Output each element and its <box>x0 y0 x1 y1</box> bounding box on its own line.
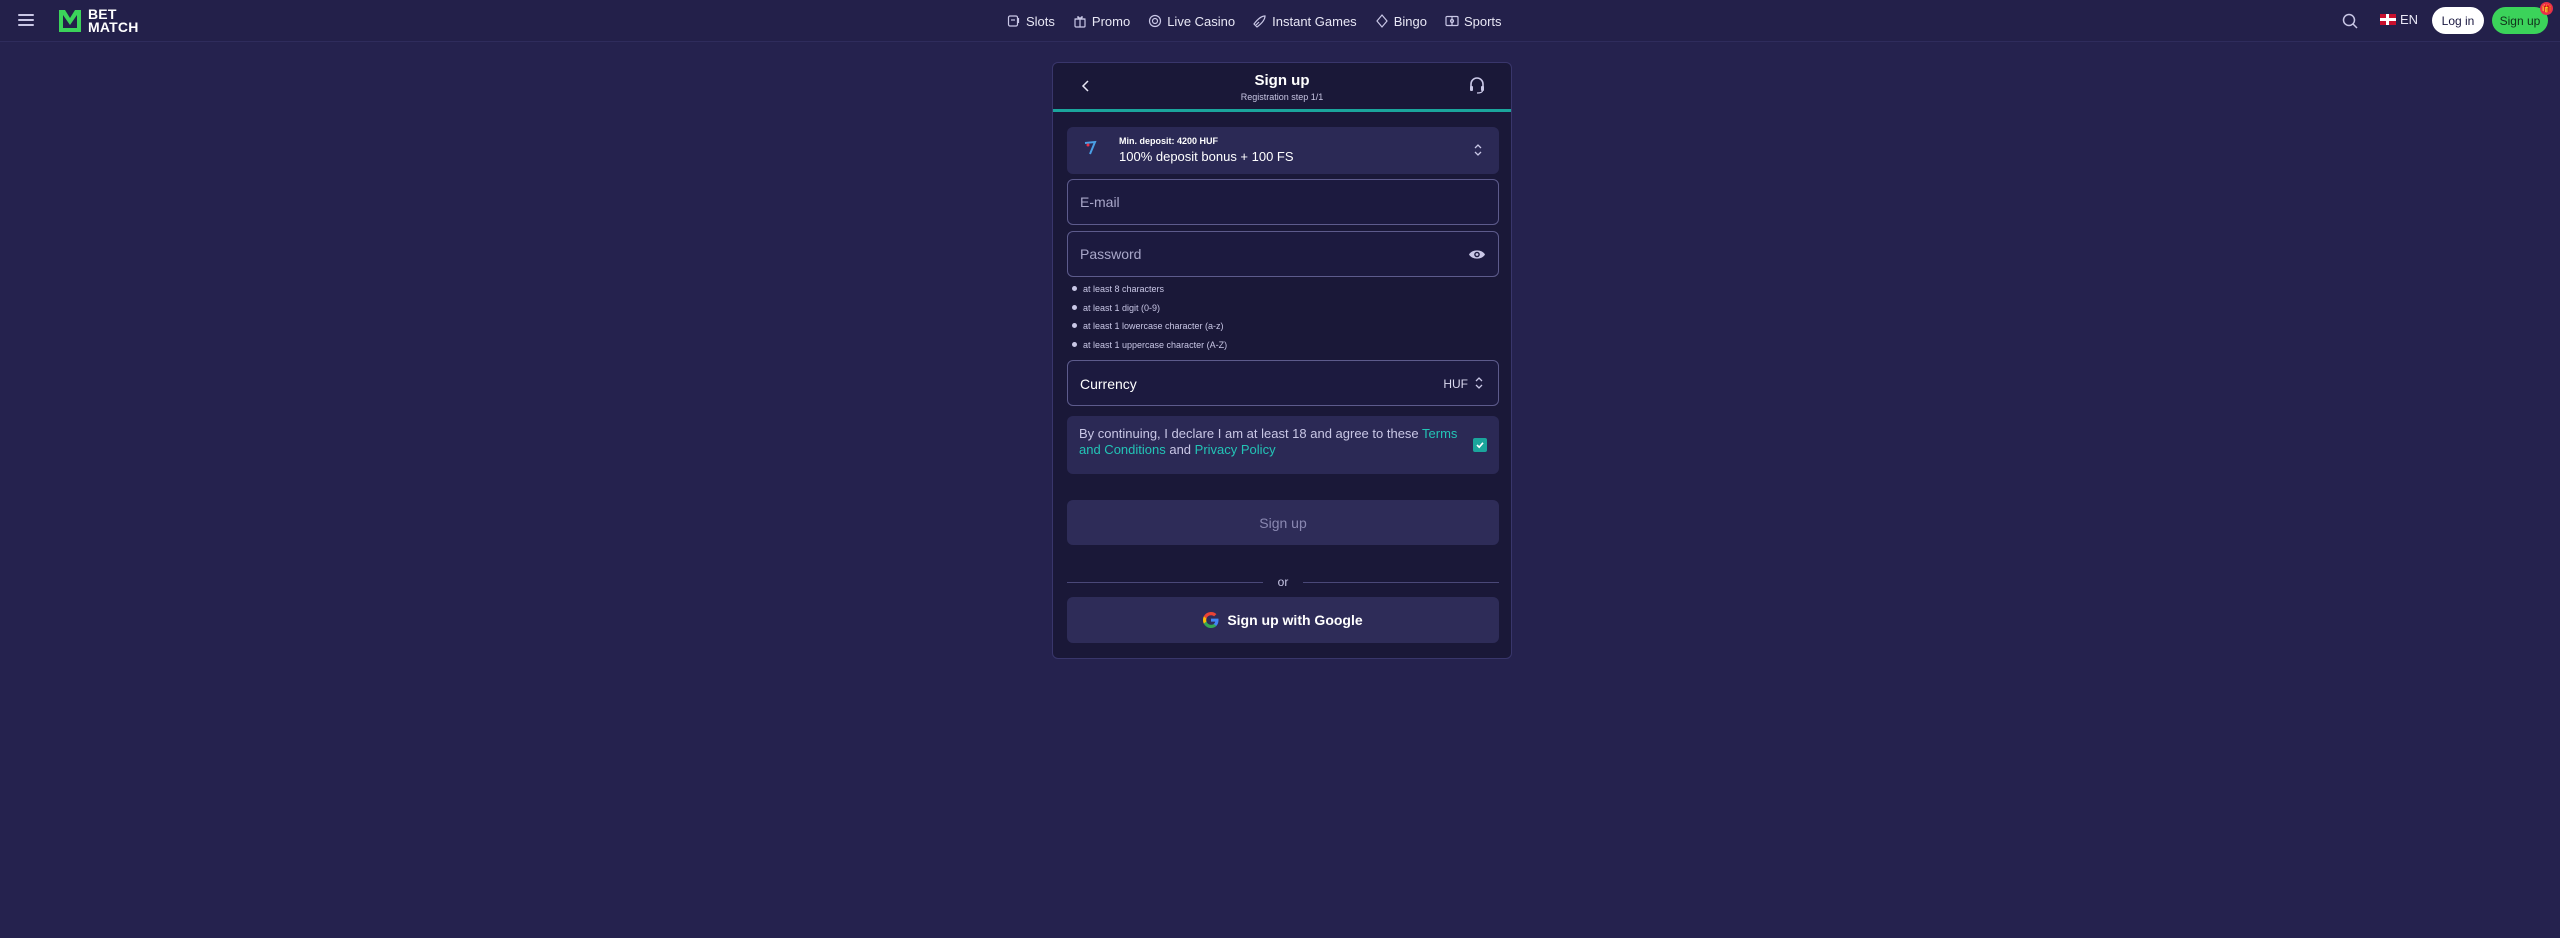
logo-mark-icon <box>59 10 81 32</box>
support-headset-icon[interactable] <box>1467 75 1487 95</box>
terms-text: By continuing, I declare I am at least 1… <box>1079 426 1469 458</box>
top-header: BET MATCH Slots Promo Live Casino Instan… <box>0 0 2560 42</box>
nav-item-instant-games[interactable]: Instant Games <box>1244 0 1366 42</box>
nav-label: Sports <box>1463 13 1502 29</box>
nav-item-slots[interactable]: Slots <box>998 0 1064 42</box>
nav-item-bingo[interactable]: Bingo <box>1366 0 1436 42</box>
terms-checkbox[interactable] <box>1473 438 1487 452</box>
nav-label: Live Casino <box>1167 13 1236 29</box>
sports-field-icon <box>1445 15 1459 27</box>
nav-item-promo[interactable]: Promo <box>1064 0 1139 42</box>
password-rule: at least 1 uppercase character (A-Z) <box>1070 338 1227 357</box>
nav-item-live-casino[interactable]: Live Casino <box>1139 0 1244 42</box>
nav-label: Slots <box>1026 13 1055 29</box>
google-signup-button[interactable]: Sign up with Google <box>1067 597 1499 643</box>
nav-label: Instant Games <box>1272 13 1357 29</box>
signup-submit-button[interactable]: Sign up <box>1067 500 1499 545</box>
email-field-wrapper <box>1067 179 1499 225</box>
nav-label: Bingo <box>1393 13 1427 29</box>
privacy-link[interactable]: Privacy Policy <box>1195 442 1276 457</box>
currency-value: HUF <box>1443 377 1468 391</box>
language-code: EN <box>2400 12 2419 27</box>
modal-title: Sign up <box>1254 72 1310 89</box>
main-nav: Slots Promo Live Casino Instant Games Bi… <box>998 0 1511 42</box>
bonus-gift-icon <box>1084 140 1097 155</box>
google-icon <box>1203 612 1219 628</box>
checkmark-icon <box>1476 442 1484 449</box>
slots-icon <box>1007 15 1020 27</box>
bonus-title: 100% deposit bonus + 100 FS <box>1119 149 1294 164</box>
password-field[interactable] <box>1068 232 1498 276</box>
bonus-min-deposit: Min. deposit: 4200 HUF <box>1119 136 1219 146</box>
currency-select[interactable]: Currency HUF <box>1067 360 1499 406</box>
terms-agreement: By continuing, I declare I am at least 1… <box>1067 416 1499 474</box>
chip-icon <box>1149 14 1162 28</box>
signup-modal: Sign up Registration step 1/1 Min. depos… <box>1052 62 1512 659</box>
diamond-icon <box>1375 14 1388 28</box>
nav-label: Promo <box>1091 13 1131 29</box>
chevron-up-down-icon <box>1474 144 1482 156</box>
logo-text: BET MATCH <box>88 7 139 35</box>
terms-middle: and <box>1165 442 1195 457</box>
divider-line <box>1303 582 1499 583</box>
logo[interactable]: BET MATCH <box>56 6 139 36</box>
password-rules: at least 8 characters at least 1 digit (… <box>1070 282 1227 356</box>
uk-flag-icon <box>2380 14 2396 25</box>
currency-label: Currency <box>1080 376 1137 392</box>
chevron-up-down-icon <box>1475 377 1483 389</box>
search-icon[interactable] <box>2341 12 2359 30</box>
login-button[interactable]: Log in <box>2432 7 2484 34</box>
modal-header: Sign up Registration step 1/1 <box>1053 63 1511 112</box>
hamburger-menu-icon[interactable] <box>16 11 36 31</box>
logo-text-match: MATCH <box>88 19 139 35</box>
or-divider: or <box>1067 574 1499 590</box>
nav-item-sports[interactable]: Sports <box>1436 0 1511 42</box>
password-rule: at least 8 characters <box>1070 282 1227 301</box>
gift-icon <box>1074 16 1086 28</box>
registration-step: Registration step 1/1 <box>1240 92 1324 102</box>
language-selector[interactable]: EN <box>2380 12 2418 27</box>
email-field[interactable] <box>1068 180 1498 224</box>
google-button-label: Sign up with Google <box>1227 612 1363 628</box>
rocket-icon <box>1253 15 1266 28</box>
password-field-wrapper <box>1067 231 1499 277</box>
eye-icon[interactable] <box>1468 248 1486 261</box>
password-rule: at least 1 lowercase character (a-z) <box>1070 319 1227 338</box>
password-rule: at least 1 digit (0-9) <box>1070 301 1227 320</box>
bonus-selector[interactable]: Min. deposit: 4200 HUF 100% deposit bonu… <box>1067 127 1499 174</box>
gift-badge-icon: 🎁 <box>2540 2 2553 15</box>
terms-prefix: By continuing, I declare I am at least 1… <box>1079 426 1423 441</box>
